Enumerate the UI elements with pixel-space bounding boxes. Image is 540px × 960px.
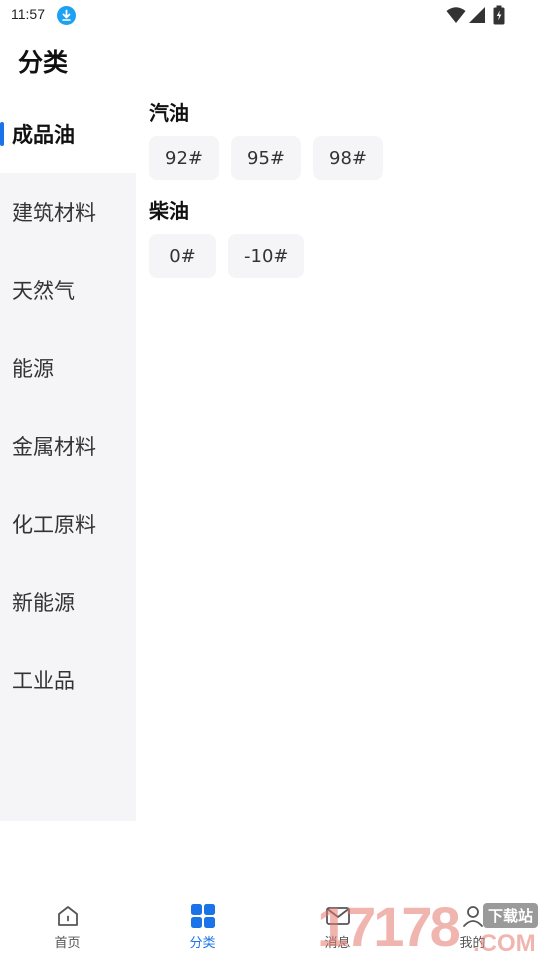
watermark-number: 17178 xyxy=(317,895,461,958)
sidebar-item-building-materials[interactable]: 建筑材料 xyxy=(0,173,136,251)
sidebar-item-industrial-products[interactable]: 工业品 xyxy=(0,641,136,719)
download-icon xyxy=(57,6,76,25)
group-title-diesel: 柴油 xyxy=(149,199,189,223)
status-time: 11:57 xyxy=(11,6,45,22)
sidebar-item-label: 建筑材料 xyxy=(12,201,96,225)
sidebar-item-new-energy[interactable]: 新能源 xyxy=(0,563,136,641)
page-title: 分类 xyxy=(18,48,69,77)
watermark-badge: 下载站 xyxy=(483,903,539,928)
screen: 11:57 分类 成品油 建筑材料 天然气 能源 金属材料 化工原料 新能源 工… xyxy=(0,0,540,960)
sidebar-item-energy[interactable]: 能源 xyxy=(0,329,136,407)
nav-home[interactable]: 首页 xyxy=(0,895,135,960)
sidebar-item-label: 工业品 xyxy=(12,669,75,693)
nav-home-label: 首页 xyxy=(54,936,81,951)
sidebar-item-metal-materials[interactable]: 金属材料 xyxy=(0,407,136,485)
status-bar: 11:57 xyxy=(0,0,540,32)
sidebar-item-natural-gas[interactable]: 天然气 xyxy=(0,251,136,329)
sidebar-item-refined-oil[interactable]: 成品油 xyxy=(0,95,136,173)
wifi-icon xyxy=(446,6,466,28)
battery-icon xyxy=(493,5,505,29)
sidebar-item-label: 新能源 xyxy=(12,591,75,615)
chip-gasoline-92[interactable]: 92# xyxy=(149,136,219,180)
sidebar-item-label: 金属材料 xyxy=(12,435,96,459)
group-title-gasoline: 汽油 xyxy=(149,101,189,125)
nav-category[interactable]: 分类 xyxy=(135,895,270,960)
signal-icon xyxy=(468,6,486,28)
sidebar-item-chemical-raw-materials[interactable]: 化工原料 xyxy=(0,485,136,563)
chip-gasoline-95[interactable]: 95# xyxy=(231,136,301,180)
active-indicator xyxy=(0,122,4,146)
category-sidebar: 成品油 建筑材料 天然气 能源 金属材料 化工原料 新能源 工业品 xyxy=(0,95,136,821)
chip-diesel-0[interactable]: 0# xyxy=(149,234,216,278)
chip-diesel-minus-10[interactable]: -10# xyxy=(228,234,305,278)
grid-icon xyxy=(190,904,215,928)
chip-gasoline-98[interactable]: 98# xyxy=(313,136,383,180)
chip-group-diesel: 0# -10# xyxy=(149,234,529,278)
sidebar-item-label: 成品油 xyxy=(12,123,75,147)
nav-category-label: 分类 xyxy=(189,936,216,951)
watermark-suffix: .COM xyxy=(473,930,536,957)
sidebar-item-label: 天然气 xyxy=(12,279,75,303)
sidebar-item-label: 能源 xyxy=(12,357,54,381)
category-content: 汽油 92# 95# 98# 柴油 0# -10# xyxy=(149,98,529,294)
home-icon xyxy=(57,906,78,926)
site-watermark: 17178 .COM 下载站 xyxy=(315,895,540,960)
chip-group-gasoline: 92# 95# 98# xyxy=(149,136,529,180)
sidebar-item-label: 化工原料 xyxy=(12,513,96,537)
